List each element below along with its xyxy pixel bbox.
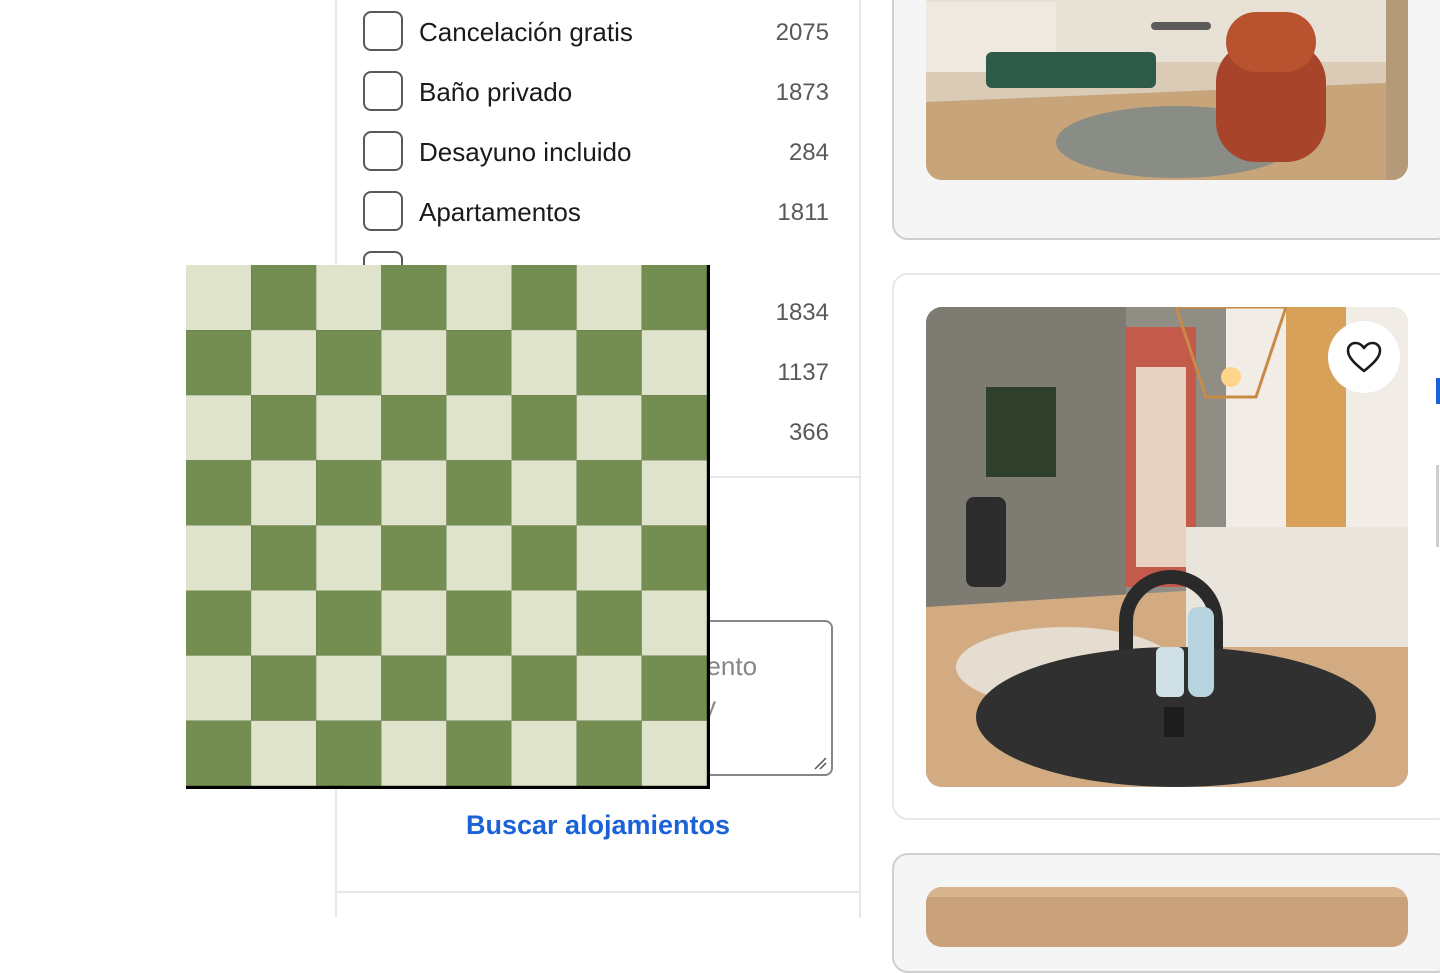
chessboard-square — [381, 460, 447, 526]
chessboard-square — [251, 525, 317, 591]
filter-option-count: 1811 — [777, 199, 829, 226]
filter-option-count: 1834 — [775, 299, 829, 326]
chessboard-square — [576, 460, 642, 526]
resize-grip-icon[interactable] — [813, 756, 827, 770]
filter-option-label: Cancelación gratis — [419, 17, 633, 47]
chessboard-square — [446, 655, 512, 721]
filter-option-count: 366 — [788, 419, 829, 446]
checkbox[interactable] — [363, 191, 403, 231]
chessboard-square — [641, 655, 707, 721]
chessboard-square — [316, 525, 382, 591]
chessboard-square — [446, 590, 512, 656]
chessboard-square — [316, 655, 382, 721]
chessboard-square — [511, 395, 577, 461]
chessboard-square — [251, 655, 317, 721]
checkbox[interactable] — [363, 11, 403, 51]
chessboard-square — [641, 590, 707, 656]
chessboard-square — [186, 655, 252, 721]
chessboard-square — [446, 525, 512, 591]
chessboard-square — [446, 395, 512, 461]
listing-card[interactable] — [892, 0, 1440, 240]
filter-option-breakfast-included[interactable]: Desayuno incluido 284 — [363, 130, 829, 174]
chessboard-square — [381, 655, 447, 721]
chessboard-square — [251, 330, 317, 396]
chessboard-square — [511, 330, 577, 396]
chessboard-square — [576, 720, 642, 786]
chessboard-square — [446, 265, 512, 331]
chessboard-square — [251, 720, 317, 786]
chessboard-square — [511, 460, 577, 526]
chessboard-square — [641, 265, 707, 331]
chessboard-square — [641, 460, 707, 526]
search-accommodations-link[interactable]: Buscar alojamientos — [337, 810, 859, 841]
chessboard-square — [511, 525, 577, 591]
chessboard-square — [316, 330, 382, 396]
chessboard-square — [186, 395, 252, 461]
filter-option-private-bathroom[interactable]: Baño privado 1873 — [363, 70, 829, 114]
listing-photo[interactable] — [926, 887, 1408, 947]
chessboard — [186, 265, 707, 786]
chessboard-square — [576, 395, 642, 461]
filter-option-apartments[interactable]: Apartamentos 1811 — [363, 190, 829, 234]
chessboard-square — [251, 460, 317, 526]
chessboard-square — [251, 590, 317, 656]
chessboard-square — [316, 590, 382, 656]
chessboard-square — [576, 330, 642, 396]
chessboard-square — [381, 265, 447, 331]
listing-title-link-edge[interactable] — [1436, 378, 1440, 404]
section-divider — [337, 891, 859, 893]
listing-card[interactable] — [892, 853, 1440, 973]
hotel-room-photo — [926, 887, 1408, 947]
chessboard-square — [446, 330, 512, 396]
filter-option-label: Baño privado — [419, 77, 573, 107]
chessboard-square — [446, 720, 512, 786]
chessboard-square — [641, 330, 707, 396]
checkbox[interactable] — [363, 71, 403, 111]
chessboard-square — [316, 460, 382, 526]
hotel-room-photo — [926, 0, 1408, 180]
chessboard-square — [576, 265, 642, 331]
chessboard-square — [641, 720, 707, 786]
filter-option-free-cancellation[interactable]: Cancelación gratis 2075 — [363, 10, 829, 54]
chessboard-square — [511, 655, 577, 721]
chessboard-square — [641, 525, 707, 591]
chessboard-overlay — [186, 265, 710, 789]
favorite-button[interactable] — [1328, 321, 1400, 393]
chessboard-square — [381, 720, 447, 786]
chessboard-square — [251, 265, 317, 331]
filter-option-count: 1137 — [777, 359, 829, 386]
chessboard-square — [381, 590, 447, 656]
chessboard-square — [316, 720, 382, 786]
chessboard-square — [511, 590, 577, 656]
chessboard-square — [576, 655, 642, 721]
chessboard-square — [576, 590, 642, 656]
chessboard-square — [186, 460, 252, 526]
checkbox[interactable] — [363, 131, 403, 171]
filter-option-label: Desayuno incluido — [419, 137, 632, 167]
chessboard-square — [641, 395, 707, 461]
listing-detail-edge — [1436, 465, 1439, 547]
chessboard-square — [186, 265, 252, 331]
filter-option-count: 1873 — [775, 79, 829, 106]
filter-option-count: 2075 — [775, 19, 829, 46]
filter-option-count: 284 — [788, 139, 829, 166]
chessboard-square — [511, 265, 577, 331]
chessboard-square — [186, 720, 252, 786]
chessboard-square — [381, 330, 447, 396]
chessboard-square — [576, 525, 642, 591]
chessboard-square — [251, 395, 317, 461]
filter-option-label: Apartamentos — [419, 197, 581, 227]
chessboard-square — [186, 330, 252, 396]
chessboard-square — [446, 460, 512, 526]
chessboard-square — [186, 525, 252, 591]
heart-outline-icon — [1346, 341, 1382, 373]
chessboard-square — [316, 265, 382, 331]
chessboard-square — [316, 395, 382, 461]
chessboard-square — [381, 525, 447, 591]
chessboard-square — [381, 395, 447, 461]
chessboard-square — [186, 590, 252, 656]
listing-photo[interactable] — [926, 0, 1408, 180]
chessboard-square — [511, 720, 577, 786]
listing-card[interactable] — [892, 273, 1440, 820]
